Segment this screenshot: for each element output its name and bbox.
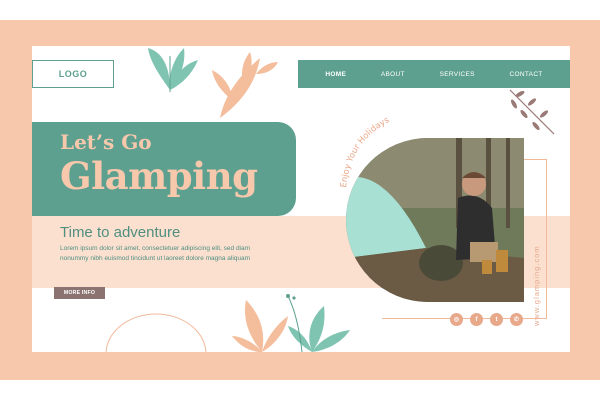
leaf-decoration-icon (148, 48, 198, 92)
instagram-icon[interactable]: ◎ (450, 313, 463, 326)
website-url[interactable]: www.glamping.com (532, 245, 541, 326)
twitter-icon[interactable]: t (490, 313, 503, 326)
tagline-arc: Enjoy Your Holidays (339, 115, 392, 188)
tagline-text: Enjoy Your Holidays (339, 115, 392, 188)
nav-about[interactable]: ABOUT (381, 71, 405, 78)
main-nav: HOME ABOUT SERVICES CONTACT (298, 60, 570, 88)
leaf-decoration-icon (232, 294, 350, 352)
nav-home[interactable]: HOME (325, 71, 346, 78)
nav-services[interactable]: SERVICES (440, 71, 475, 78)
landing-page: LOGO HOME ABOUT SERVICES CONTACT Let’s G… (32, 46, 570, 352)
semicircle-outline (105, 313, 207, 352)
nav-contact[interactable]: CONTACT (510, 71, 543, 78)
leaf-decoration-icon (212, 52, 278, 118)
svg-text:Enjoy Your Holidays: Enjoy Your Holidays (339, 115, 392, 188)
logo[interactable]: LOGO (32, 60, 114, 88)
hero-title-line1: Let’s Go (60, 130, 152, 154)
whatsapp-icon[interactable]: ✆ (510, 313, 523, 326)
branch-decoration-icon (509, 89, 555, 135)
hero-subtitle: Time to adventure (60, 224, 181, 241)
hero-title-line2: Glamping (60, 154, 258, 198)
hero-description: Lorem ipsum dolor sit amet, consectetuer… (60, 245, 251, 262)
more-info-button[interactable]: MORE INFO (54, 287, 105, 299)
facebook-icon[interactable]: f (470, 313, 483, 326)
